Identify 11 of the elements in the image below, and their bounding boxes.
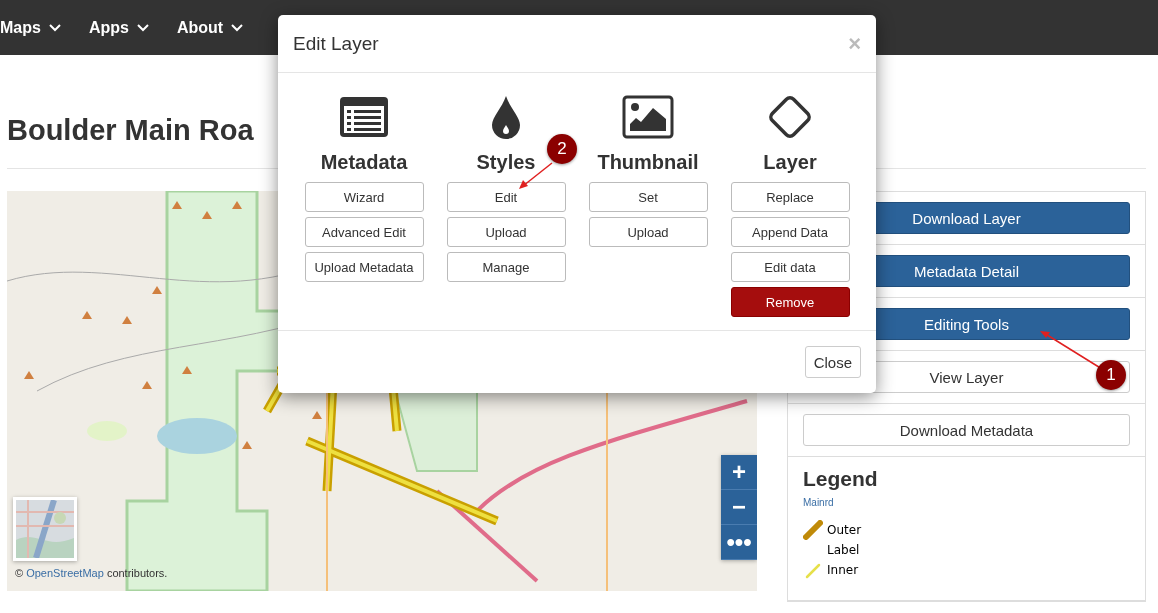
legend-label: Outer (827, 523, 862, 537)
section-heading: Metadata (320, 151, 408, 174)
section-heading: Layer (763, 151, 817, 174)
page-title: Boulder Main Roa (7, 113, 254, 148)
legend-layer-name: Mainrd (803, 497, 835, 508)
dialog-title: Edit Layer (293, 32, 379, 55)
legend-label: Inner (827, 563, 859, 577)
section-heading: Thumbnail (597, 151, 699, 174)
legend-title: Legend (803, 467, 879, 491)
legend-label: Label (827, 543, 860, 557)
section-heading: Styles (476, 151, 536, 174)
